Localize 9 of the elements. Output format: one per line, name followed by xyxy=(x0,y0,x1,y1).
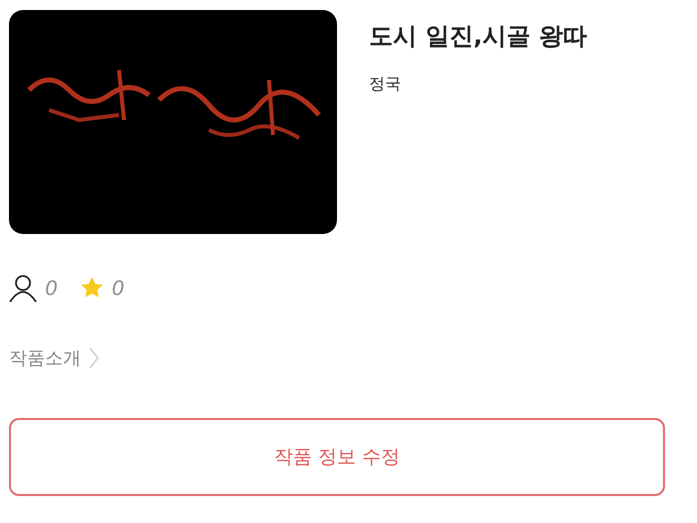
star-icon xyxy=(80,276,104,300)
chevron-right-icon xyxy=(89,347,99,369)
author-name: 정국 xyxy=(369,74,402,95)
intro-link[interactable]: 작품소개 xyxy=(9,346,99,370)
reader-count: 0 xyxy=(45,276,58,300)
work-title: 도시 일진,시골 왕따 xyxy=(369,21,587,52)
person-icon xyxy=(9,274,37,302)
star-count: 0 xyxy=(112,276,124,300)
edit-info-button[interactable]: 작품 정보 수정 xyxy=(9,418,665,496)
